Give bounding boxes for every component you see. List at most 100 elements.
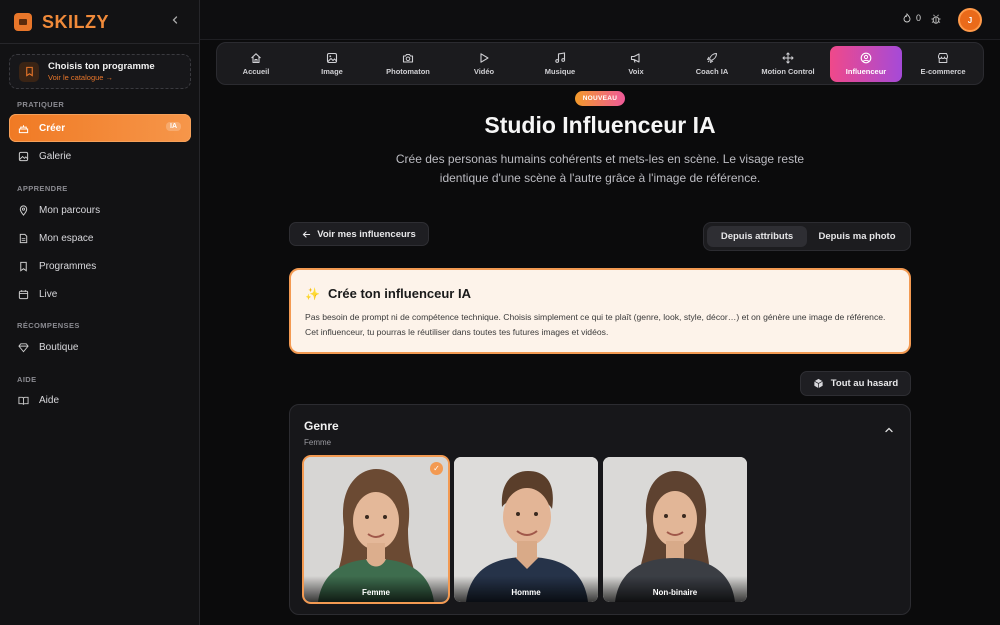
catalog-link[interactable]: Voir le catalogue → bbox=[48, 73, 155, 83]
app-root: SKILZY Choisis ton programme Voir le cat… bbox=[0, 0, 1000, 625]
diamond-icon bbox=[18, 342, 29, 352]
sidebar-item-label: Mon parcours bbox=[39, 204, 101, 216]
credits-value: 0 bbox=[915, 13, 921, 23]
info-card-header: ✨ Crée ton influenceur IA bbox=[305, 286, 895, 301]
image-icon bbox=[18, 151, 29, 161]
tab-photomaton[interactable]: Photomaton bbox=[372, 46, 444, 82]
sidebar-item-label: Créer bbox=[39, 122, 66, 134]
tab-label: Motion Control bbox=[761, 67, 815, 76]
collapse-sidebar-icon[interactable] bbox=[168, 14, 182, 28]
brand[interactable]: SKILZY bbox=[14, 10, 109, 34]
section-label-apprendre: APPRENDRE bbox=[17, 184, 68, 193]
genre-selected-value: Femme bbox=[304, 438, 332, 447]
randomize-all-button[interactable]: Tout au hasard bbox=[800, 371, 911, 396]
tab-label: Influenceur bbox=[845, 67, 887, 76]
section-label-recompenses: RÉCOMPENSES bbox=[17, 321, 80, 330]
sidebar-item-programmes[interactable]: Programmes bbox=[9, 252, 191, 280]
tab-accueil[interactable]: Accueil bbox=[220, 46, 292, 82]
camera-icon bbox=[402, 53, 414, 63]
document-icon bbox=[19, 233, 28, 243]
sidebar-item-label: Aide bbox=[39, 394, 60, 406]
section-label-pratiquer: PRATIQUER bbox=[17, 100, 65, 109]
genre-option-label: Femme bbox=[304, 576, 448, 602]
sidebar-item-label: Mon espace bbox=[39, 232, 94, 244]
tab-label: Vidéo bbox=[473, 67, 495, 76]
page-title: Studio Influenceur IA bbox=[484, 112, 716, 138]
tab-motion-control[interactable]: Motion Control bbox=[752, 46, 824, 82]
genre-title: Genre bbox=[304, 419, 339, 433]
sidebar-item-mon-parcours[interactable]: Mon parcours bbox=[9, 196, 191, 224]
sidebar-item-live[interactable]: Live bbox=[9, 280, 191, 308]
tab-label: Voix bbox=[628, 67, 644, 76]
play-icon bbox=[480, 53, 489, 63]
section-label-aide: AIDE bbox=[17, 375, 37, 384]
genre-option-non-binaire[interactable]: Non-binaire bbox=[603, 457, 747, 602]
calendar-icon bbox=[18, 289, 29, 299]
sidebar-item-label: Boutique bbox=[39, 341, 79, 353]
home-icon bbox=[251, 53, 261, 64]
sidebar-item-galerie[interactable]: Galerie bbox=[9, 142, 191, 170]
program-card-title: Choisis ton programme bbox=[48, 60, 155, 72]
credits-counter[interactable]: 0 bbox=[902, 13, 921, 23]
randomize-all-label: Tout au hasard bbox=[830, 378, 899, 389]
sidebar-item-aide[interactable]: Aide bbox=[9, 386, 191, 414]
sidebar-item-label: Live bbox=[39, 288, 58, 300]
view-my-influencers-label: Voir mes influenceurs bbox=[317, 228, 416, 240]
genre-option-femme[interactable]: ✓ Femme bbox=[304, 457, 448, 602]
genre-option-label: Homme bbox=[454, 576, 598, 602]
genre-section: Genre Femme ✓ Femme Homme Non-binaire bbox=[289, 404, 911, 615]
bookmark-icon bbox=[20, 261, 27, 272]
tab-influenceur[interactable]: Influenceur bbox=[830, 46, 902, 82]
new-badge: NOUVEAU bbox=[575, 91, 625, 106]
book-open-icon bbox=[18, 396, 29, 405]
tab-label: Coach IA bbox=[695, 67, 729, 76]
user-circle-icon bbox=[860, 52, 872, 64]
feature-tabs: Accueil Image Photomaton Vidéo Musique V… bbox=[216, 42, 984, 85]
genre-option-homme[interactable]: Homme bbox=[454, 457, 598, 602]
sidebar-item-mon-espace[interactable]: Mon espace bbox=[9, 224, 191, 252]
info-card-title: Crée ton influenceur IA bbox=[327, 286, 471, 301]
page-description: Crée des personas humains cohérents et m… bbox=[395, 152, 805, 185]
chevron-up-icon[interactable] bbox=[884, 425, 894, 435]
tab-video[interactable]: Vidéo bbox=[448, 46, 520, 82]
move-icon bbox=[782, 52, 794, 64]
rocket-icon bbox=[707, 53, 717, 63]
tab-label: E-commerce bbox=[920, 67, 966, 76]
megaphone-icon bbox=[630, 53, 640, 63]
tab-label: Musique bbox=[544, 67, 576, 76]
store-icon bbox=[938, 53, 948, 63]
dice-icon bbox=[813, 378, 823, 389]
tab-label: Image bbox=[321, 67, 343, 76]
tab-label: Accueil bbox=[242, 67, 270, 76]
info-card-text: Pas besoin de prompt ni de compétence te… bbox=[305, 312, 886, 337]
toggle-from-photo[interactable]: Depuis ma photo bbox=[807, 226, 907, 247]
sidebar-divider bbox=[0, 43, 200, 44]
tab-image[interactable]: Image bbox=[296, 46, 368, 82]
tab-voix[interactable]: Voix bbox=[600, 46, 672, 82]
selected-check-icon: ✓ bbox=[430, 462, 443, 475]
sidebar: SKILZY Choisis ton programme Voir le cat… bbox=[0, 0, 200, 625]
map-pin-icon bbox=[19, 204, 28, 216]
brand-logo-icon bbox=[14, 13, 32, 31]
bug-icon[interactable] bbox=[930, 13, 942, 25]
genre-option-label: Non-binaire bbox=[603, 576, 747, 602]
user-avatar[interactable]: J bbox=[958, 8, 982, 32]
source-toggle: Depuis attributs Depuis ma photo bbox=[703, 222, 911, 251]
tab-e-commerce[interactable]: E-commerce bbox=[907, 46, 979, 82]
image-icon bbox=[326, 52, 338, 64]
bookmark-icon bbox=[19, 61, 39, 82]
top-bar: 0 J bbox=[200, 0, 1000, 40]
choose-program-card[interactable]: Choisis ton programme Voir le catalogue … bbox=[9, 54, 191, 89]
view-my-influencers-button[interactable]: Voir mes influenceurs bbox=[289, 222, 429, 246]
sidebar-item-label: Galerie bbox=[39, 150, 72, 162]
sidebar-item-creer[interactable]: Créer IA bbox=[9, 114, 191, 142]
arrow-left-icon bbox=[302, 230, 311, 238]
sidebar-item-boutique[interactable]: Boutique bbox=[9, 333, 191, 361]
cake-icon bbox=[18, 124, 29, 133]
brand-name: SKILZY bbox=[42, 11, 110, 32]
toggle-from-attributes[interactable]: Depuis attributs bbox=[707, 226, 807, 247]
sidebar-item-label: Programmes bbox=[39, 260, 97, 272]
tab-coach-ia[interactable]: Coach IA bbox=[676, 46, 748, 82]
tab-musique[interactable]: Musique bbox=[524, 46, 596, 82]
music-icon bbox=[555, 52, 566, 63]
